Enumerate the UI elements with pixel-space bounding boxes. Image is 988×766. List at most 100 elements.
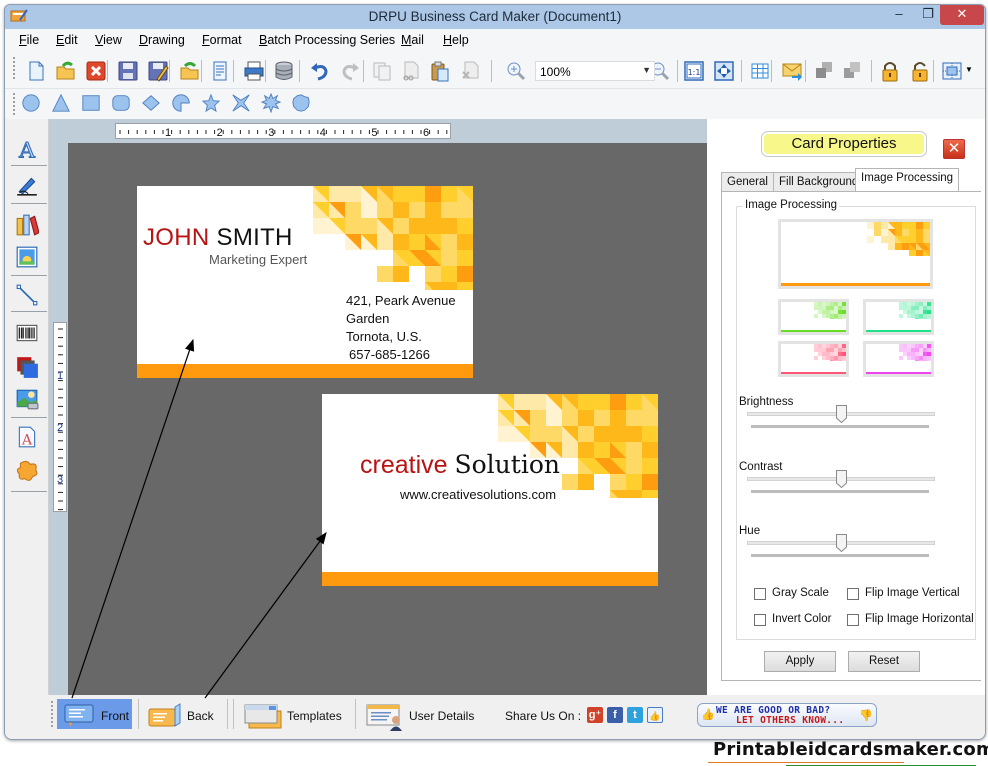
print-icon[interactable] — [243, 60, 265, 82]
library-icon[interactable] — [15, 213, 41, 239]
website[interactable]: www.creativesolutions.com — [400, 487, 556, 502]
line-icon[interactable] — [15, 283, 41, 309]
database-icon[interactable] — [273, 60, 295, 82]
menu-mail[interactable]: Mail — [401, 33, 424, 47]
menu-batch-processing-series[interactable]: Batch Processing Series — [259, 33, 395, 47]
minimize-button[interactable]: – — [885, 5, 913, 25]
zoom-in-icon[interactable] — [505, 60, 527, 82]
menu-edit[interactable]: Edit — [56, 33, 78, 47]
properties-icon[interactable] — [209, 60, 231, 82]
paste-icon[interactable] — [429, 60, 451, 82]
alignment-icon[interactable] — [941, 60, 963, 82]
chevron-down-icon[interactable]: ▼ — [965, 65, 973, 74]
menu-view[interactable]: View — [95, 33, 122, 47]
text-icon[interactable]: A — [15, 137, 41, 164]
color-variant-thumbnail[interactable] — [863, 341, 934, 377]
like-icon[interactable]: 👍 — [647, 707, 663, 723]
hue-slider-thumb[interactable] — [835, 534, 847, 552]
open-icon[interactable] — [55, 60, 77, 82]
back-tab[interactable]: Back — [143, 699, 223, 729]
flip-image-horizontal-checkbox[interactable] — [847, 614, 859, 626]
menu-format[interactable]: Format — [202, 33, 242, 47]
burst-icon[interactable] — [260, 92, 283, 115]
picture-icon[interactable] — [15, 387, 41, 413]
triangle-icon[interactable] — [51, 93, 73, 115]
star-icon[interactable] — [201, 93, 223, 115]
back-card[interactable]: creative Solution www.creativesolutions.… — [322, 394, 658, 586]
close-button[interactable]: ✕ — [940, 5, 984, 25]
undo-icon[interactable] — [309, 60, 331, 82]
templates-tab[interactable]: Templates — [239, 699, 349, 729]
grid-icon[interactable] — [749, 60, 771, 82]
contrast-slider-thumb[interactable] — [835, 470, 847, 488]
tab-fill-background[interactable]: Fill Background — [773, 172, 865, 191]
export-icon[interactable] — [179, 60, 201, 82]
flip-image-horizontal-label[interactable]: Flip Image Horizontal — [865, 613, 974, 625]
menu-drawing[interactable]: Drawing — [139, 33, 185, 47]
save-icon[interactable] — [117, 60, 139, 82]
front-card[interactable]: JOHN SMITH Marketing Expert 421, Peark A… — [137, 186, 473, 378]
google-plus-icon[interactable]: g⁺ — [587, 707, 603, 723]
zoom-select[interactable]: 100% ▼ — [535, 61, 655, 81]
diamond-icon[interactable] — [141, 93, 163, 115]
cut-icon[interactable] — [399, 60, 421, 82]
rectangle-icon[interactable] — [81, 93, 103, 115]
sticker-icon[interactable] — [15, 459, 41, 485]
four-point-star-icon[interactable] — [231, 93, 253, 115]
watermark-icon[interactable] — [15, 355, 41, 381]
facebook-icon[interactable]: f — [607, 707, 623, 723]
invert-color-checkbox[interactable] — [754, 614, 766, 626]
maximize-button[interactable]: ❐ — [914, 5, 942, 25]
job-title[interactable]: Marketing Expert — [209, 252, 307, 267]
menu-file[interactable]: File — [19, 33, 39, 47]
front-tab[interactable]: Front — [57, 699, 132, 729]
copy-icon[interactable] — [371, 60, 393, 82]
color-variant-thumbnail[interactable] — [778, 341, 849, 377]
rounded-rectangle-icon[interactable] — [111, 93, 133, 115]
polygon-icon[interactable] — [291, 93, 313, 115]
save-as-icon[interactable] — [147, 60, 169, 82]
twitter-icon[interactable]: t — [627, 707, 643, 723]
card-name[interactable]: JOHN SMITH — [143, 224, 293, 252]
apply-button[interactable]: Apply — [764, 651, 836, 672]
company-name[interactable]: creative Solution — [360, 450, 560, 480]
toolbar-grip[interactable] — [51, 701, 55, 727]
toolbar-grip[interactable] — [13, 57, 17, 79]
signature-icon[interactable] — [15, 173, 41, 199]
mosaic-tile — [903, 348, 907, 352]
ellipse-icon[interactable] — [21, 93, 43, 115]
gray-scale-checkbox[interactable] — [754, 588, 766, 600]
flip-image-vertical-checkbox[interactable] — [847, 588, 859, 600]
user-details-tab[interactable]: User Details — [361, 699, 481, 731]
menu-help[interactable]: Help — [443, 33, 469, 47]
redo-icon[interactable] — [339, 60, 361, 82]
lock-icon[interactable] — [879, 60, 901, 82]
color-variant-thumbnail[interactable] — [863, 299, 934, 335]
email-icon[interactable] — [781, 60, 803, 82]
reset-button[interactable]: Reset — [848, 651, 920, 672]
toolbar-grip[interactable] — [13, 93, 17, 115]
bring-forward-icon[interactable] — [813, 60, 835, 82]
fit-to-window-icon[interactable] — [713, 60, 735, 82]
tab-image-processing[interactable]: Image Processing — [855, 168, 960, 192]
unlock-icon[interactable] — [909, 60, 931, 82]
flip-image-vertical-label[interactable]: Flip Image Vertical — [865, 587, 960, 599]
pie-icon[interactable] — [171, 93, 193, 115]
image-icon[interactable] — [15, 245, 41, 271]
text-document-icon[interactable]: A — [15, 425, 41, 451]
color-variant-thumbnail[interactable] — [778, 299, 849, 335]
gray-scale-label[interactable]: Gray Scale — [772, 587, 829, 599]
delete-icon[interactable] — [459, 60, 481, 82]
close-document-icon[interactable] — [85, 60, 107, 82]
design-canvas[interactable]: JOHN SMITH Marketing Expert 421, Peark A… — [68, 143, 707, 697]
address-block[interactable]: 421, Peark Avenue Garden Tornota, U.S. 6… — [346, 292, 456, 364]
barcode-icon[interactable] — [15, 321, 41, 347]
actual-size-icon[interactable]: 1:1 — [683, 60, 705, 82]
new-icon[interactable] — [25, 60, 47, 82]
tab-general[interactable]: General — [721, 172, 774, 191]
invert-color-label[interactable]: Invert Color — [772, 613, 831, 625]
brightness-slider-thumb[interactable] — [835, 405, 847, 423]
feedback-banner[interactable]: 👍 WE ARE GOOD OR BAD? LET OTHERS KNOW...… — [697, 703, 877, 727]
close-panel-button[interactable]: ✕ — [943, 139, 965, 159]
send-backward-icon[interactable] — [841, 60, 863, 82]
